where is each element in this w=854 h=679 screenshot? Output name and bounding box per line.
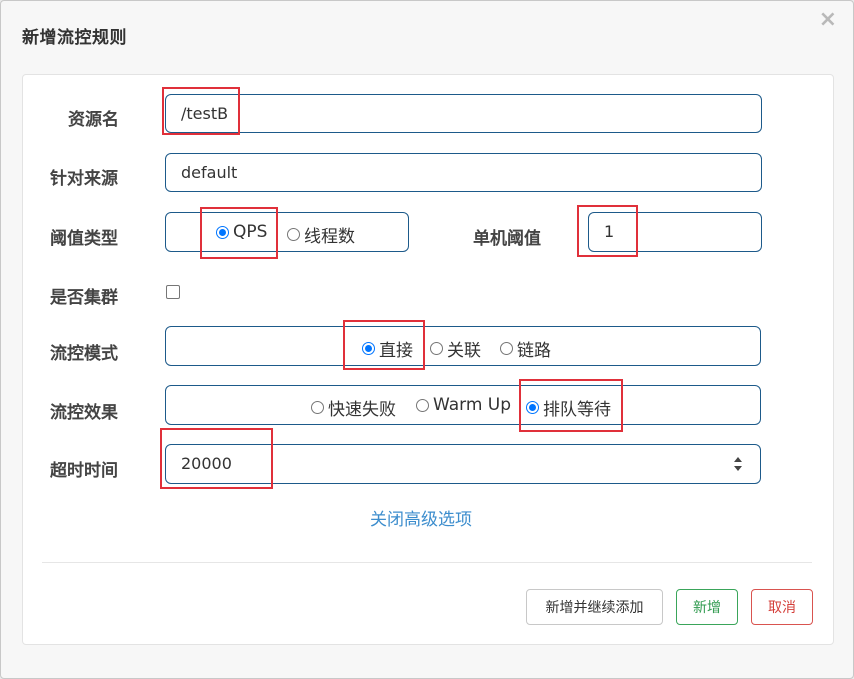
cluster-label: 是否集群 (50, 288, 118, 308)
strategy-label: 流控模式 (50, 344, 118, 364)
radio-checked-icon (526, 401, 539, 414)
behavior-option-fast-fail-label: 快速失败 (328, 400, 396, 420)
add-button[interactable]: 新增 (676, 589, 738, 625)
behavior-option-warm-up[interactable]: Warm Up (416, 395, 511, 415)
strategy-radio-group: 直接 关联 链路 (165, 326, 761, 366)
resource-name-value: /testB (181, 104, 229, 123)
strategy-option-chain[interactable]: 链路 (500, 336, 551, 361)
control-behavior-radio-group: 快速失败 Warm Up 排队等待 (165, 385, 761, 425)
grade-radio-group: QPS 线程数 (165, 212, 409, 252)
radio-unchecked-icon (500, 342, 513, 355)
radio-unchecked-icon (416, 398, 429, 412)
flow-rule-dialog: 新增流控规则 × 资源名 /testB 针对来源 default 阈值类型 QP… (0, 0, 854, 679)
timeout-input[interactable]: 20000 (165, 444, 761, 484)
grade-option-qps[interactable]: QPS (216, 222, 267, 242)
dialog-title: 新增流控规则 (22, 28, 127, 48)
limit-app-value: default (181, 163, 238, 182)
timeout-value: 20000 (181, 454, 232, 473)
resource-name-input[interactable]: /testB (165, 94, 762, 133)
grade-option-thread-label: 线程数 (304, 227, 355, 247)
grade-label: 阈值类型 (50, 229, 118, 249)
close-icon[interactable]: × (819, 9, 837, 31)
radio-unchecked-icon (311, 401, 324, 414)
add-and-continue-button[interactable]: 新增并继续添加 (526, 589, 663, 625)
strategy-option-relate[interactable]: 关联 (430, 336, 481, 361)
footer-divider (42, 562, 812, 563)
limit-app-input[interactable]: default (165, 153, 762, 192)
strategy-option-direct[interactable]: 直接 (362, 336, 413, 361)
limit-app-label: 针对来源 (50, 169, 118, 189)
behavior-option-queue-label: 排队等待 (543, 400, 611, 420)
grade-option-thread[interactable]: 线程数 (287, 222, 355, 247)
behavior-option-queue[interactable]: 排队等待 (526, 395, 611, 420)
radio-unchecked-icon (430, 342, 443, 355)
cancel-button[interactable]: 取消 (751, 589, 813, 625)
radio-checked-icon (362, 342, 375, 355)
threshold-label: 单机阈值 (473, 229, 541, 249)
radio-unchecked-icon (287, 228, 300, 241)
cluster-checkbox[interactable] (166, 285, 180, 299)
advanced-options-toggle-link[interactable]: 关闭高级选项 (370, 505, 472, 530)
behavior-option-warm-up-label: Warm Up (433, 395, 512, 415)
strategy-option-relate-label: 关联 (447, 341, 481, 361)
strategy-option-chain-label: 链路 (517, 341, 551, 361)
behavior-option-fast-fail[interactable]: 快速失败 (311, 395, 396, 420)
threshold-input[interactable]: 1 (588, 212, 762, 252)
threshold-value: 1 (604, 222, 615, 241)
strategy-option-direct-label: 直接 (379, 341, 413, 361)
number-spinner-icon[interactable] (733, 455, 743, 473)
radio-checked-icon (216, 225, 229, 239)
control-behavior-label: 流控效果 (50, 403, 118, 423)
grade-option-qps-label: QPS (233, 222, 268, 242)
resource-name-label: 资源名 (68, 110, 119, 130)
timeout-label: 超时时间 (50, 461, 118, 481)
